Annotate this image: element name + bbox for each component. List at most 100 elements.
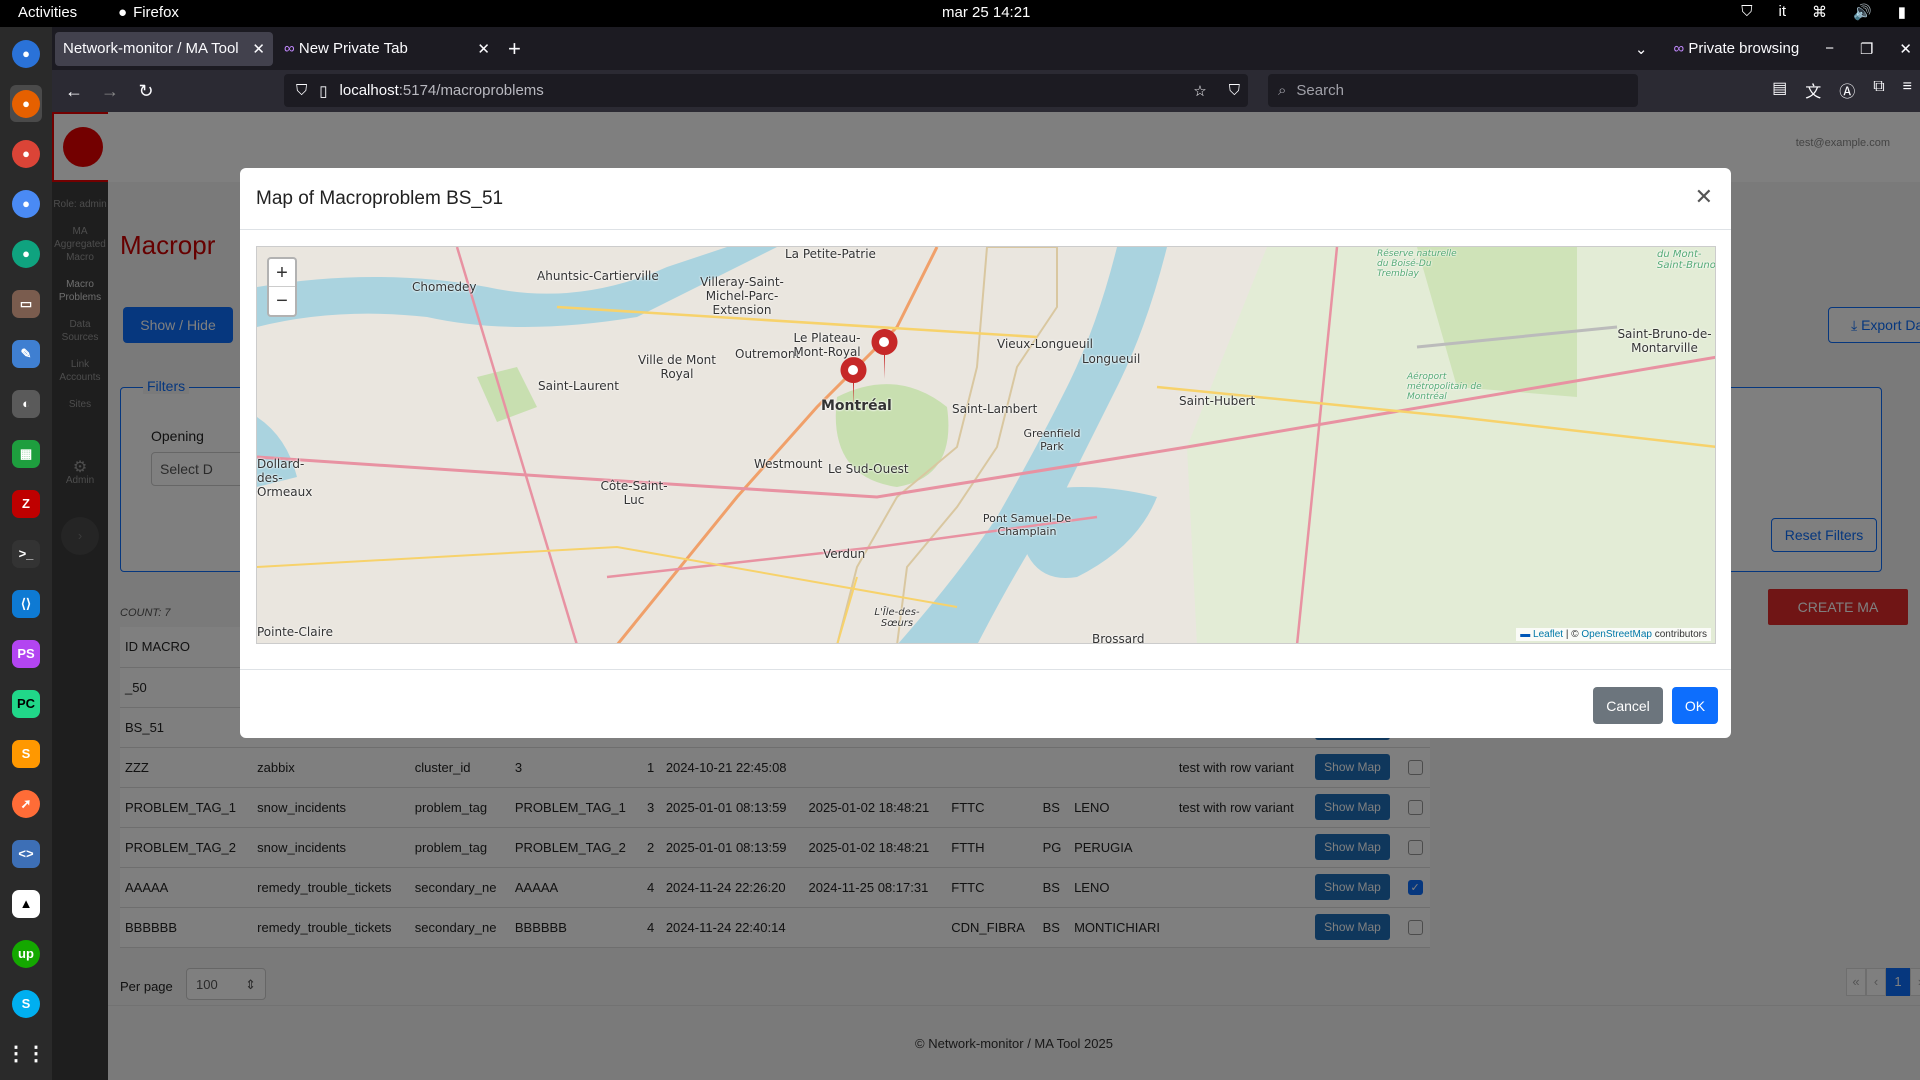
dock-item[interactable]: ⟨⟩ xyxy=(10,585,42,622)
activities-button[interactable]: Activities xyxy=(18,4,77,21)
account-icon[interactable]: Ⓐ xyxy=(1839,78,1855,102)
dock-item[interactable]: ▭ xyxy=(10,285,42,322)
search-input[interactable]: ⌕ Search xyxy=(1268,74,1638,107)
dock-item[interactable]: ● xyxy=(10,85,42,122)
files-icon: ▭ xyxy=(12,289,40,318)
dock-item[interactable]: S xyxy=(10,735,42,772)
volume-icon[interactable]: 🔊 xyxy=(1853,3,1872,21)
dock-item[interactable]: ● xyxy=(10,35,42,72)
clock[interactable]: mar 25 14:21 xyxy=(942,4,1030,21)
modal-footer: Cancel OK xyxy=(240,669,1731,738)
map-label: Aéroport métropolitain de Montréal xyxy=(1407,372,1482,402)
reader-view-icon[interactable]: ▤ xyxy=(1772,78,1787,102)
zoom-out-button[interactable]: − xyxy=(269,287,295,315)
private-mask-icon: ∞ xyxy=(284,40,295,57)
extensions-icon[interactable]: ⧉ xyxy=(1873,78,1884,102)
map-label: Côte-Saint-Luc xyxy=(600,479,668,507)
leaflet-link[interactable]: Leaflet xyxy=(1533,629,1563,640)
map-label: Chomedey xyxy=(412,280,477,294)
map-zoom-control: + − xyxy=(267,257,297,317)
dock-item[interactable]: ◐ xyxy=(10,385,42,422)
map-label: Saint-Laurent xyxy=(538,379,619,393)
battery-icon[interactable]: ▮ xyxy=(1898,3,1906,21)
chromium-icon: ● xyxy=(12,189,40,218)
reload-button[interactable]: ↻ xyxy=(128,81,164,102)
skype-icon: S xyxy=(12,989,40,1018)
map-label: Greenfield Park xyxy=(1023,427,1081,453)
translate-icon[interactable]: 文 xyxy=(1805,78,1821,102)
dock-item[interactable]: ⋮⋮ xyxy=(6,1035,46,1072)
network-icon[interactable]: ⌘ xyxy=(1812,3,1827,21)
menu-icon[interactable]: ≡ xyxy=(1903,78,1912,102)
cancel-button[interactable]: Cancel xyxy=(1593,687,1663,724)
tracking-shield-icon[interactable]: ⛉ xyxy=(296,82,307,99)
close-icon[interactable]: ✕ xyxy=(1695,184,1713,210)
map-modal: Map of Macroproblem BS_51 ✕ + − La Petit… xyxy=(240,168,1731,738)
dock-item[interactable]: PS xyxy=(10,635,42,672)
tab-list-chevron-icon[interactable]: ⌄ xyxy=(1635,40,1648,58)
tab-network-monitor[interactable]: Network-monitor / MA Tool ✕ xyxy=(55,31,273,66)
forward-button[interactable]: → xyxy=(92,81,128,102)
dock-item[interactable]: >_ xyxy=(10,535,42,572)
dock-item[interactable]: <> xyxy=(10,835,42,872)
map-label: La Petite-Patrie xyxy=(785,247,876,261)
map-label: Montréal xyxy=(821,398,892,414)
map-label: Dollard-des-Ormeaux xyxy=(257,457,313,499)
osm-link[interactable]: OpenStreetMap xyxy=(1581,629,1652,640)
thunderbird-icon: ● xyxy=(12,39,40,68)
dock-item[interactable]: S xyxy=(10,985,42,1022)
dock: ● ● ● ● ● ▭ ✎ ◐ ▦ Z >_ ⟨⟩ PS PC S ➚ <> ▲… xyxy=(0,27,52,1080)
restore-button[interactable]: ❐ xyxy=(1860,40,1873,58)
private-mask-icon: ∞ xyxy=(1673,40,1685,57)
nav-bar: ← → ↻ ⛉ ▯ localhost:5174/macroproblems ☆… xyxy=(52,70,1920,112)
dock-item[interactable]: ▲ xyxy=(10,885,42,922)
url-bar[interactable]: ⛉ ▯ localhost:5174/macroproblems ☆ ⛉ xyxy=(284,74,1248,107)
system-tray[interactable]: ⛉ it ⌘ 🔊 ▮ xyxy=(1741,3,1906,21)
page-content: Role: admin MA Aggregated Macro Macro Pr… xyxy=(52,112,1920,1080)
close-icon[interactable]: ✕ xyxy=(477,40,490,58)
new-tab-button[interactable]: + xyxy=(508,36,521,62)
map-label: Réserve naturelle du Boisé-Du Tremblay xyxy=(1377,249,1457,279)
dock-item[interactable]: ● xyxy=(10,135,42,172)
sublime-icon: S xyxy=(12,739,40,768)
dock-item[interactable]: ▦ xyxy=(10,435,42,472)
map-attribution: ▬ Leaflet | © OpenStreetMap contributors xyxy=(1516,628,1711,641)
dock-item[interactable]: ● xyxy=(10,185,42,222)
shield-icon[interactable]: ⛉ xyxy=(1741,3,1752,21)
minimize-button[interactable]: − xyxy=(1825,40,1834,57)
postman-icon: ➚ xyxy=(12,789,40,818)
dock-item[interactable]: PC xyxy=(10,685,42,722)
back-button[interactable]: ← xyxy=(56,81,92,102)
terminal-icon: >_ xyxy=(12,539,40,568)
pycharm-icon: PC xyxy=(12,689,40,718)
gimp-icon: ◐ xyxy=(12,389,40,418)
active-app-indicator[interactable]: ● Firefox xyxy=(118,4,179,21)
system-top-bar: Activities ● Firefox mar 25 14:21 ⛉ it ⌘ … xyxy=(0,0,1920,27)
dock-item[interactable]: ● xyxy=(10,235,42,272)
dock-item[interactable]: ➚ xyxy=(10,785,42,822)
map-label: Villeray-Saint-Michel-Parc-Extension xyxy=(700,275,784,317)
tab-new-private[interactable]: ∞ New Private Tab ✕ xyxy=(276,32,498,66)
zoom-in-button[interactable]: + xyxy=(269,259,295,287)
map-label: Ville de Mont Royal xyxy=(638,353,716,381)
dock-item[interactable]: Z xyxy=(10,485,42,522)
ok-button[interactable]: OK xyxy=(1672,687,1718,724)
browser-window: Network-monitor / MA Tool ✕ ∞ New Private… xyxy=(52,27,1920,1080)
firefox-icon: ● xyxy=(118,4,128,21)
window-close-button[interactable]: ✕ xyxy=(1899,40,1912,58)
map-label: Saint-Hubert xyxy=(1179,394,1256,408)
vscode-icon: ⟨⟩ xyxy=(12,589,40,618)
map-label: Brossard xyxy=(1092,632,1145,644)
edge-icon: ● xyxy=(12,239,40,268)
spreadsheet-icon: ▦ xyxy=(12,439,40,468)
map-view[interactable]: + − La Petite-Patrie Ahuntsic-Cartiervil… xyxy=(256,246,1716,644)
map-label: Longueuil xyxy=(1082,352,1141,366)
map-label: Le Plateau-Mont-Royal xyxy=(793,331,861,359)
bookmark-star-icon[interactable]: ☆ xyxy=(1193,82,1206,100)
language-indicator[interactable]: it xyxy=(1779,3,1787,21)
pocket-icon[interactable]: ⛉ xyxy=(1229,82,1240,100)
close-icon[interactable]: ✕ xyxy=(252,40,265,58)
map-label: L'Île-des-Sœurs xyxy=(874,607,920,629)
dock-item[interactable]: up xyxy=(10,935,42,972)
dock-item[interactable]: ✎ xyxy=(10,335,42,372)
